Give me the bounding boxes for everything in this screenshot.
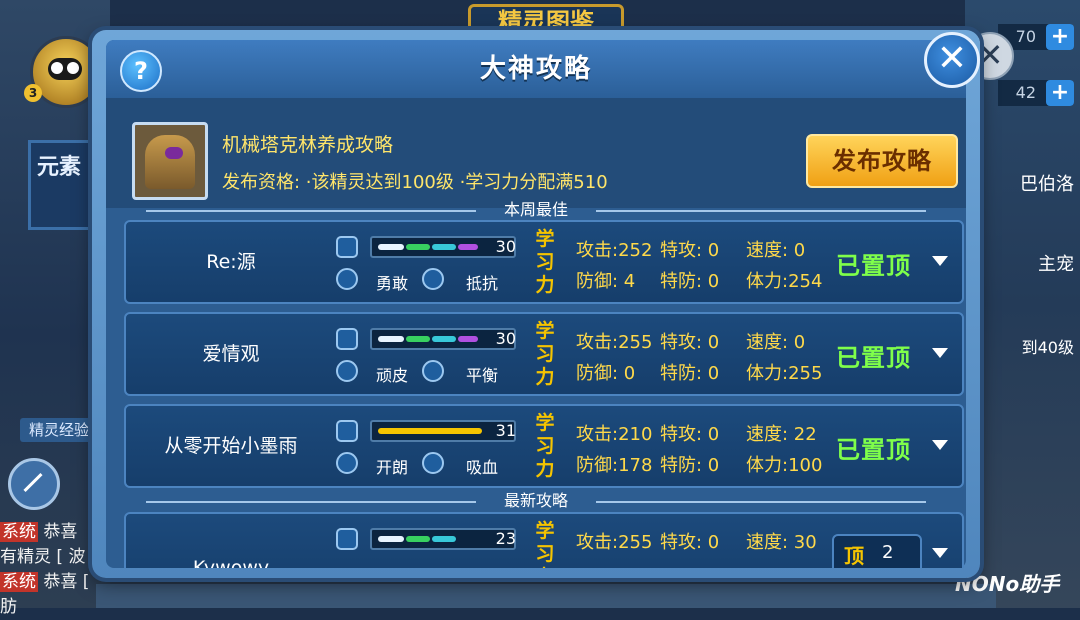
pet-body-icon: [145, 135, 195, 189]
publish-requirement: 发布资格: ·该精灵达到100级 ·学习力分配满510: [222, 172, 608, 193]
pet-exp-label: 精灵经验: [20, 418, 98, 442]
bar-segment: [458, 336, 478, 342]
bar-segment: [406, 244, 430, 250]
side-label-2[interactable]: 主宠: [1038, 250, 1074, 276]
stat-speed: 速度: 0: [746, 240, 806, 261]
pin-label: 顶: [844, 544, 864, 568]
hide-button[interactable]: [8, 458, 60, 510]
guide-name: 机械塔克林养成攻略: [222, 134, 394, 156]
bar-segment: [378, 536, 404, 542]
nature-label: 勇敢: [376, 274, 409, 293]
bar-segment: [406, 336, 430, 342]
stat-sp-attack: 特攻: 0: [660, 240, 720, 261]
add-resource-1-button[interactable]: +: [1046, 24, 1074, 50]
pin-count: 2: [882, 542, 894, 563]
nature-icon: [336, 268, 358, 290]
nature-label: 开朗: [376, 458, 409, 477]
stat-speed: 速度: 0: [746, 332, 806, 353]
author-name: 从零开始小墨雨: [164, 435, 298, 457]
guide-row[interactable]: 爱情观 30 顽皮 平衡 学习力 攻击:255 特攻: 0 速度: 0 防御: …: [124, 312, 964, 396]
side-label-1[interactable]: 巴伯洛: [1020, 170, 1074, 196]
level-badge: 3: [24, 84, 42, 102]
side-label-3: 到40级: [1021, 338, 1074, 357]
bar-segment: [432, 536, 456, 542]
nature-icon: [336, 452, 358, 474]
pinned-status: 已置顶: [836, 344, 911, 372]
guide-row[interactable]: Kywowy 23 学习力 攻击:255 特攻: 0 速度: 30 顶 2: [124, 512, 964, 568]
bar-value: 31: [495, 421, 516, 440]
modal-content: 机械塔克林养成攻略 发布资格: ·该精灵达到100级 ·学习力分配满510 发布…: [106, 40, 966, 568]
stat-speed: 速度: 30: [746, 532, 817, 553]
trait-icon: [422, 452, 444, 474]
pin-vote-button[interactable]: 顶 2: [832, 534, 922, 568]
bar-segment: [378, 428, 482, 434]
section-divider-weekly: 本周最佳: [146, 201, 926, 219]
stat-speed: 速度: 22: [746, 424, 817, 445]
expand-chevron-icon[interactable]: [932, 440, 948, 450]
nature-label: 顽皮: [376, 366, 409, 385]
publish-guide-button[interactable]: 发布攻略: [806, 134, 958, 188]
trait-icon: [422, 360, 444, 382]
bar-segment: [432, 244, 456, 250]
bar-value: 30: [495, 237, 516, 256]
stat-defense: 防御: 4: [576, 271, 636, 292]
stat-defense: 防御: 0: [576, 363, 636, 384]
pinned-status: 已置顶: [836, 436, 911, 464]
section-divider-latest: 最新攻略: [146, 492, 926, 510]
element-panel[interactable]: 元素: [28, 140, 98, 230]
bar-segment: [458, 244, 478, 250]
bar-value: 23: [495, 529, 516, 548]
learning-bar-icon: [336, 528, 358, 550]
guide-row[interactable]: 从零开始小墨雨 31 开朗 吸血 学习力 攻击:210 特攻: 0 速度: 22…: [124, 404, 964, 488]
pet-portrait: [132, 122, 208, 200]
guide-row[interactable]: Re:源 30 勇敢 抵抗 学习力 攻击:252 特攻: 0 速度: 0 防御:…: [124, 220, 964, 304]
trait-label: 平衡: [466, 366, 499, 385]
learning-bar-icon: [336, 328, 358, 350]
bar-value: 30: [495, 329, 516, 348]
stat-sp-attack: 特攻: 0: [660, 532, 720, 553]
row-clip: Kywowy 23 学习力 攻击:255 特攻: 0 速度: 30 顶 2: [106, 510, 966, 568]
stat-attack: 攻击:210: [576, 424, 653, 445]
learning-power-label: 学习力: [535, 228, 555, 296]
learning-power-label: 学习力: [535, 520, 555, 568]
learning-bar-icon: [336, 420, 358, 442]
bar-segment: [378, 336, 404, 342]
author-name: 爱情观: [202, 343, 260, 365]
avatar-face-icon: [48, 58, 82, 80]
stat-defense: 防御:178: [576, 455, 653, 476]
stat-hp: 体力:100: [746, 455, 823, 476]
learning-power-label: 学习力: [535, 412, 555, 480]
learning-power-label: 学习力: [535, 320, 555, 388]
stat-attack: 攻击:255: [576, 332, 653, 353]
bar-segment: [432, 336, 456, 342]
nature-icon: [336, 360, 358, 382]
expand-chevron-icon[interactable]: [932, 256, 948, 266]
trait-label: 吸血: [466, 458, 499, 477]
stat-hp: 体力:255: [746, 363, 823, 384]
trait-label: 抵抗: [466, 274, 499, 293]
stat-hp: 体力:254: [746, 271, 823, 292]
stat-sp-defense: 特防: 0: [660, 455, 720, 476]
stat-attack: 攻击:255: [576, 532, 653, 553]
pet-eye-icon: [165, 147, 183, 159]
bottom-menu-bar: [96, 584, 996, 608]
stat-sp-defense: 特防: 0: [660, 271, 720, 292]
stat-sp-attack: 特攻: 0: [660, 332, 720, 353]
pinned-status: 已置顶: [836, 252, 911, 280]
author-name: Re:源: [206, 251, 256, 273]
bar-segment: [406, 536, 430, 542]
stat-sp-attack: 特攻: 0: [660, 424, 720, 445]
stat-attack: 攻击:252: [576, 240, 653, 261]
expand-chevron-icon[interactable]: [932, 548, 948, 558]
stat-sp-defense: 特防: 0: [660, 363, 720, 384]
bar-segment: [378, 244, 404, 250]
learning-bar-icon: [336, 236, 358, 258]
chat-line: 系统 恭喜 [ 肪: [0, 572, 90, 617]
trait-icon: [422, 268, 444, 290]
author-name: Kywowy: [192, 557, 270, 568]
expand-chevron-icon[interactable]: [932, 348, 948, 358]
add-resource-2-button[interactable]: +: [1046, 80, 1074, 106]
